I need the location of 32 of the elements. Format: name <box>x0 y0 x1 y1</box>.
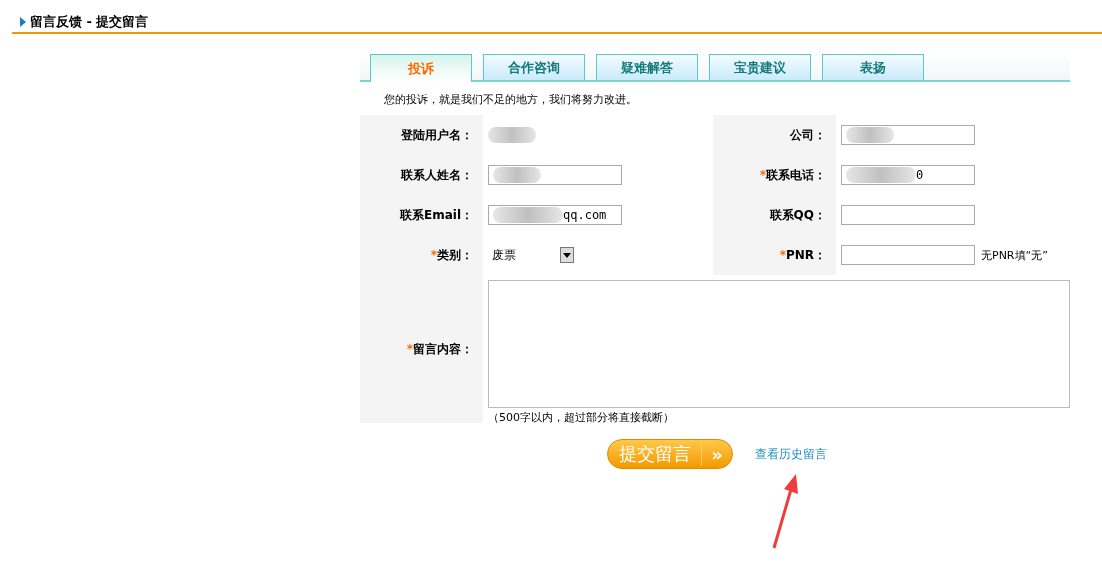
tab[interactable]: 疑难解答 <box>596 54 698 80</box>
input-field[interactable]: qq.com <box>488 205 622 225</box>
required-mark: * <box>759 168 766 182</box>
field-hint: 无PNR填“无” <box>981 247 1048 263</box>
category-select[interactable]: 废票 <box>488 246 574 264</box>
field-label: 联系Email： <box>399 206 473 224</box>
history-link[interactable]: 查看历史留言 <box>755 445 827 463</box>
triangle-icon <box>20 17 26 27</box>
intro-text: 您的投诉，就是我们不足的地方，我们将努力改进。 <box>383 92 638 108</box>
dropdown-icon <box>560 247 574 263</box>
field-label: 留言内容： <box>413 340 473 358</box>
field-label: PNR： <box>785 246 826 264</box>
field-label: 联系人姓名： <box>401 166 473 184</box>
length-note: （500字以内，超过部分将直接截断） <box>488 410 675 425</box>
input-field[interactable] <box>841 205 975 225</box>
tab[interactable]: 宝贵建议 <box>709 54 811 80</box>
tab[interactable]: 投诉 <box>370 54 472 82</box>
required-mark: * <box>779 248 786 262</box>
field-label: 类别： <box>437 246 473 264</box>
field-label: 公司： <box>790 126 826 144</box>
field-label: 联系电话： <box>766 166 826 184</box>
page-title: 留言反馈 - 提交留言 <box>30 13 149 31</box>
tab[interactable]: 表扬 <box>822 54 924 80</box>
input-field[interactable] <box>841 125 975 145</box>
input-field[interactable] <box>488 165 622 185</box>
required-mark: * <box>430 248 437 262</box>
required-mark: * <box>406 342 413 356</box>
input-field[interactable] <box>841 245 975 265</box>
field-label: 联系QQ： <box>769 206 826 224</box>
tab[interactable]: 合作咨询 <box>483 54 585 80</box>
field-label: 登陆用户名： <box>401 126 473 144</box>
input-field[interactable]: 0 <box>841 165 975 185</box>
